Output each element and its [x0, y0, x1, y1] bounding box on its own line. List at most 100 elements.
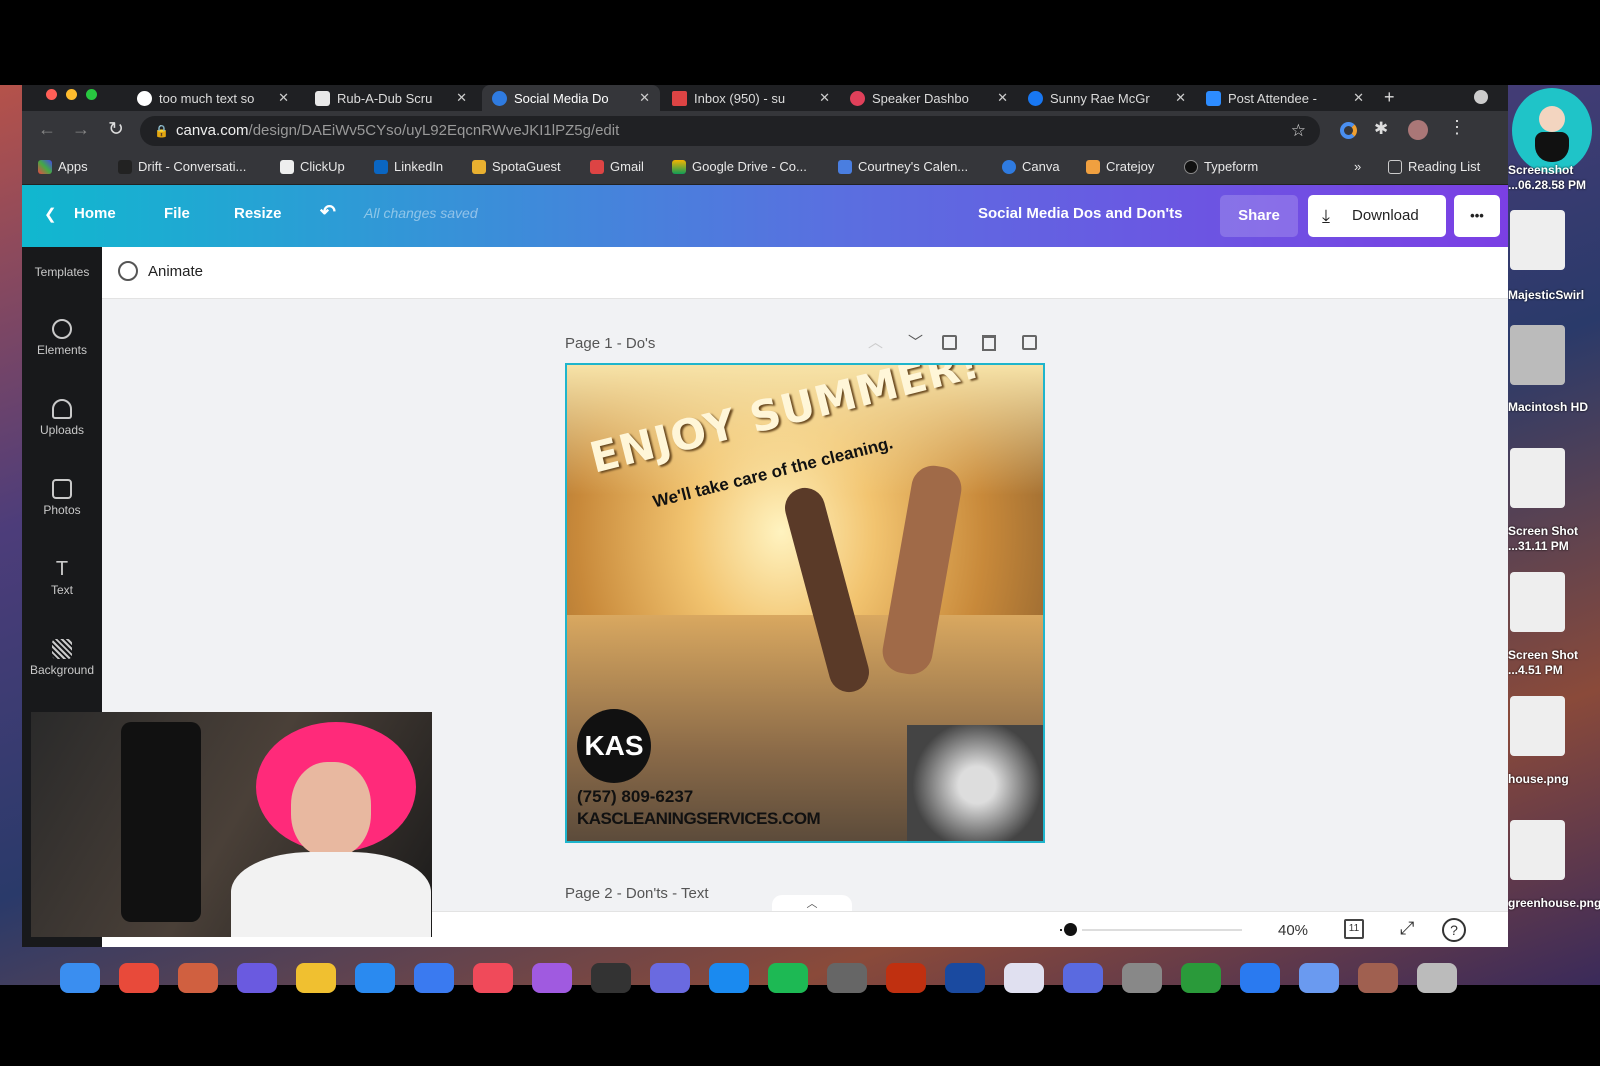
bookmark-apps[interactable]: Apps [38, 159, 88, 174]
dock-app-icon[interactable] [237, 963, 277, 993]
move-page-up-icon[interactable]: ︿ [868, 331, 883, 352]
dock-app-icon[interactable] [296, 963, 336, 993]
desktop-item-label[interactable]: house.png [1508, 772, 1600, 787]
page-2-title[interactable]: Page 2 - Don'ts - Text [565, 885, 709, 902]
design-website[interactable]: KASCLEANINGSERVICES.COM [577, 809, 821, 829]
house-png-icon[interactable] [1510, 696, 1565, 756]
new-tab-button[interactable]: + [1384, 87, 1395, 108]
dock-app-icon[interactable] [886, 963, 926, 993]
dock-app-icon[interactable] [414, 963, 454, 993]
dock-app-icon[interactable] [473, 963, 513, 993]
extensions-puzzle-icon[interactable]: ✱ [1374, 119, 1388, 139]
zoom-slider-handle[interactable] [1064, 923, 1077, 936]
dock-app-icon[interactable] [178, 963, 218, 993]
bookmark-spotaguest[interactable]: SpotaGuest [472, 159, 561, 174]
design-phone[interactable]: (757) 809-6237 [577, 787, 693, 807]
kas-logo[interactable]: KAS [577, 709, 651, 783]
hard-drive-icon[interactable] [1510, 325, 1565, 385]
bookmark-cratejoy[interactable]: Cratejoy [1086, 159, 1154, 174]
close-tab-icon[interactable]: ✕ [997, 90, 1008, 106]
design-canvas-page-1[interactable]: ENJOY SUMMER! We'll take care of the cle… [565, 363, 1045, 843]
show-pages-chevron-icon[interactable]: ︿ [772, 895, 852, 911]
zoom-slider[interactable] [1082, 929, 1242, 931]
download-button[interactable]: ⤓ Download [1308, 195, 1446, 237]
tab-search-icon[interactable] [1474, 90, 1488, 104]
tab[interactable]: Post Attendee - ✕ [1196, 85, 1374, 111]
bookmark-drift[interactable]: Drift - Conversati... [118, 159, 246, 174]
dock-app-icon[interactable] [1358, 963, 1398, 993]
bookmark-calendar[interactable]: Courtney's Calen... [838, 159, 968, 174]
dock-app-icon[interactable] [709, 963, 749, 993]
zoom-percentage[interactable]: 40% [1278, 922, 1308, 939]
bookmark-clickup[interactable]: ClickUp [280, 159, 345, 174]
dock-app-icon[interactable] [1181, 963, 1221, 993]
extension-color-icon[interactable] [1340, 122, 1357, 139]
bookmark-gmail[interactable]: Gmail [590, 159, 644, 174]
file-menu-button[interactable]: File [164, 205, 190, 222]
dock-app-icon[interactable] [768, 963, 808, 993]
greenhouse-png-icon[interactable] [1510, 820, 1565, 880]
desktop-item-label[interactable]: MajesticSwirl [1508, 288, 1600, 303]
dock-app-icon[interactable] [1299, 963, 1339, 993]
sidebar-item-templates[interactable]: Templates [22, 265, 102, 279]
dock-app-icon[interactable] [1240, 963, 1280, 993]
page-1-title[interactable]: Page 1 - Do's [565, 335, 655, 352]
close-tab-icon[interactable]: ✕ [1175, 90, 1186, 106]
design-title[interactable]: Social Media Dos and Don'ts [978, 205, 1182, 222]
more-options-button[interactable]: ••• [1454, 195, 1500, 237]
minimize-window-button[interactable] [66, 89, 77, 100]
house-image-icon[interactable] [1510, 572, 1565, 632]
dock-app-icon[interactable] [1417, 963, 1457, 993]
back-icon[interactable]: ← [38, 119, 56, 140]
browser-menu-icon[interactable]: ⋮ [1448, 117, 1466, 138]
profile-avatar[interactable] [1408, 120, 1428, 140]
share-button[interactable]: Share [1220, 195, 1298, 237]
reload-icon[interactable]: ↻ [108, 118, 124, 141]
dock-app-icon[interactable] [1004, 963, 1044, 993]
duplicate-page-icon[interactable] [942, 335, 957, 350]
desktop-item-label[interactable]: Screen Shot ...31.11 PM [1508, 524, 1600, 554]
tab[interactable]: Speaker Dashbo ✕ [840, 85, 1018, 111]
close-tab-icon[interactable]: ✕ [1353, 90, 1364, 106]
animate-button[interactable]: Animate [148, 263, 203, 280]
dock-app-icon[interactable] [532, 963, 572, 993]
bookmark-typeform[interactable]: Typeform [1184, 159, 1258, 174]
sidebar-item-elements[interactable]: Elements [22, 319, 102, 357]
close-window-button[interactable] [46, 89, 57, 100]
url-input[interactable]: 🔒 canva.com/design/DAEiWv5CYso/uyL92EqcnR… [140, 116, 1320, 146]
dock-app-icon[interactable] [60, 963, 100, 993]
sidebar-item-photos[interactable]: Photos [22, 479, 102, 517]
dock-app-icon[interactable] [1122, 963, 1162, 993]
bookmark-linkedin[interactable]: LinkedIn [374, 159, 443, 174]
bookmark-google-drive[interactable]: Google Drive - Co... [672, 159, 807, 174]
close-tab-icon[interactable]: ✕ [278, 90, 289, 106]
dock-app-icon[interactable] [119, 963, 159, 993]
dock-app-icon[interactable] [591, 963, 631, 993]
sidebar-item-background[interactable]: Background [22, 639, 102, 677]
desktop-item-label[interactable]: Macintosh HD [1508, 400, 1600, 415]
resize-button[interactable]: Resize [234, 205, 282, 222]
reading-list-button[interactable]: Reading List [1388, 159, 1480, 174]
fullscreen-icon[interactable]: ⤢ [1400, 918, 1414, 939]
tab[interactable]: Rub-A-Dub Scru ✕ [305, 85, 477, 111]
tab[interactable]: too much text so ✕ [127, 85, 299, 111]
dock-app-icon[interactable] [827, 963, 867, 993]
sidebar-item-uploads[interactable]: Uploads [22, 399, 102, 437]
help-button[interactable]: ? [1442, 918, 1466, 942]
close-tab-icon[interactable]: ✕ [639, 90, 650, 106]
bookmark-star-icon[interactable]: ☆ [1291, 116, 1306, 146]
dock-app-icon[interactable] [355, 963, 395, 993]
close-tab-icon[interactable]: ✕ [819, 90, 830, 106]
dock-app-icon[interactable] [650, 963, 690, 993]
tab[interactable]: Inbox (950) - su ✕ [662, 85, 840, 111]
bookmark-canva[interactable]: Canva [1002, 159, 1060, 174]
dock-app-icon[interactable] [1063, 963, 1103, 993]
more-bookmarks-button[interactable]: » [1354, 159, 1361, 174]
tab[interactable]: Sunny Rae McGr ✕ [1018, 85, 1196, 111]
home-button[interactable]: Home [74, 205, 116, 222]
add-page-icon[interactable] [1022, 335, 1037, 350]
close-tab-icon[interactable]: ✕ [456, 90, 467, 106]
tab-active[interactable]: Social Media Do ✕ [482, 85, 660, 111]
forward-icon[interactable]: → [72, 119, 90, 140]
building-image-icon[interactable] [1510, 448, 1565, 508]
